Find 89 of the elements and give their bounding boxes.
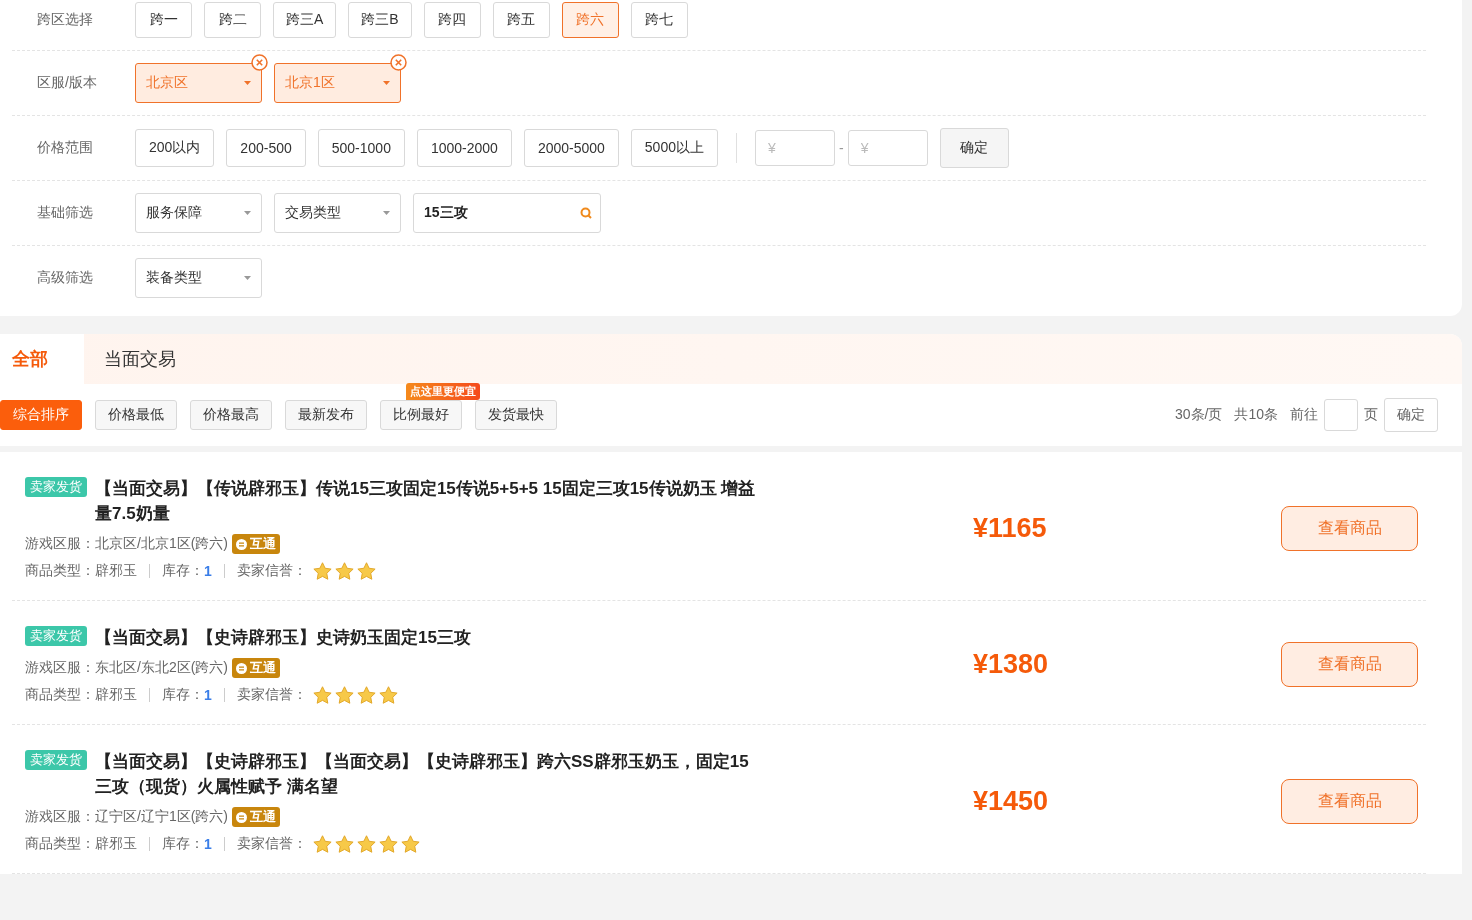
goto-label: 前往: [1290, 406, 1318, 424]
region-option[interactable]: 跨三A: [273, 2, 337, 38]
clear-icon[interactable]: [251, 54, 268, 71]
sort-button[interactable]: 发货最快: [475, 400, 557, 430]
region-option[interactable]: 跨三B: [348, 2, 412, 38]
stock-label: 库存：: [162, 562, 204, 580]
exchange-icon: [236, 538, 247, 550]
star-icon: [378, 835, 398, 853]
interop-badge: 互通: [232, 658, 280, 678]
price-option[interactable]: 200以内: [135, 129, 215, 167]
sort-button[interactable]: 比例最好: [380, 400, 462, 430]
page-unit-label: 页: [1364, 406, 1378, 424]
page-number-field[interactable]: [1324, 399, 1358, 431]
price-option[interactable]: 1000-2000: [416, 129, 512, 167]
seller-credit-label: 卖家信誉：: [236, 686, 307, 704]
stock-count: 1: [204, 687, 212, 703]
server-text: 游戏区服：北京区/北京1区(跨六): [25, 535, 228, 553]
range-separator: -: [839, 140, 844, 156]
region-option[interactable]: 跨二: [204, 2, 261, 38]
min-price-field[interactable]: ¥: [755, 130, 835, 166]
go-button[interactable]: 确定: [1384, 398, 1438, 432]
star-icon: [334, 686, 354, 704]
exchange-icon: [236, 811, 247, 823]
interop-badge: 互通: [232, 807, 280, 827]
caret-icon: [244, 211, 251, 215]
seller-credit-label: 卖家信誉：: [236, 562, 307, 580]
stock-label: 库存：: [162, 686, 204, 704]
category-tab[interactable]: 当面交易: [84, 334, 196, 384]
max-price-field[interactable]: ¥: [847, 130, 928, 166]
star-icon: [356, 686, 376, 704]
filter-label: 区服/版本: [36, 74, 98, 92]
price-option[interactable]: 500-1000: [317, 129, 405, 167]
listing-title[interactable]: 【当面交易】【史诗辟邪玉】史诗奶玉固定15三攻: [95, 625, 471, 650]
caret-icon: [383, 211, 390, 215]
interop-badge: 互通: [232, 534, 280, 554]
star-icon: [312, 835, 332, 853]
star-icon: [356, 835, 376, 853]
stock-count: 1: [204, 836, 212, 852]
server-text: 游戏区服：东北区/东北2区(跨六): [25, 659, 228, 677]
filter-label: 基础筛选: [36, 204, 94, 222]
region-option[interactable]: 跨四: [423, 2, 481, 38]
seller-ships-tag: 卖家发货: [25, 477, 87, 497]
item-type-text: 商品类型：辟邪玉: [25, 562, 137, 580]
region-option[interactable]: 跨一: [135, 2, 192, 38]
star-icon: [400, 835, 420, 853]
region-option[interactable]: 跨五: [492, 2, 550, 38]
item-type-text: 商品类型：辟邪玉: [25, 686, 137, 704]
dropdown[interactable]: 服务保障: [135, 193, 262, 233]
region-option[interactable]: 跨七: [630, 2, 688, 38]
clear-icon[interactable]: [390, 54, 407, 71]
total-count-text: 共10条: [1234, 406, 1278, 424]
star-icon: [334, 835, 354, 853]
sort-button[interactable]: 价格最低: [95, 400, 177, 430]
filter-label: 价格范围: [36, 139, 94, 157]
filter-label: 高级筛选: [36, 269, 94, 287]
stock-label: 库存：: [162, 835, 204, 853]
item-type-text: 商品类型：辟邪玉: [25, 835, 137, 853]
price-option[interactable]: 200-500: [226, 129, 306, 167]
star-icon: [334, 562, 354, 580]
price-text: ¥1165: [972, 512, 1048, 544]
caret-icon: [244, 276, 251, 280]
search-icon[interactable]: [580, 207, 592, 219]
star-icon: [356, 562, 376, 580]
promo-badge: 点这里更便宜: [406, 383, 480, 400]
caret-icon: [244, 81, 251, 85]
price-option[interactable]: 5000以上: [630, 129, 718, 167]
star-icon: [312, 562, 332, 580]
sort-button[interactable]: 价格最高: [190, 400, 272, 430]
price-text: ¥1450: [972, 785, 1050, 817]
caret-icon: [383, 81, 390, 85]
dropdown[interactable]: 装备类型: [135, 258, 262, 298]
listing-title[interactable]: 【当面交易】【史诗辟邪玉】【当面交易】【史诗辟邪玉】跨六SS辟邪玉奶玉，固定15三攻（现货）火属性赋予 满名望: [95, 749, 765, 799]
price-text: ¥1380: [972, 649, 1050, 680]
page-size-text: 30条/页: [1174, 406, 1223, 424]
dropdown[interactable]: 交易类型: [274, 193, 401, 233]
exchange-icon: [236, 662, 247, 674]
star-icon: [312, 686, 332, 704]
filter-label: 跨区选择: [36, 11, 94, 29]
seller-credit-label: 卖家信誉：: [236, 835, 307, 853]
price-option[interactable]: 2000-5000: [523, 129, 619, 167]
search-field[interactable]: 15三攻: [413, 193, 601, 233]
seller-ships-tag: 卖家发货: [25, 750, 87, 770]
seller-ships-tag: 卖家发货: [25, 626, 87, 646]
confirm-button[interactable]: 确定: [939, 128, 1009, 168]
server-text: 游戏区服：辽宁区/辽宁1区(跨六): [25, 808, 228, 826]
stock-count: 1: [204, 563, 212, 579]
star-icon: [378, 686, 398, 704]
listing-title[interactable]: 【当面交易】【传说辟邪玉】传说15三攻固定15传说5+5+5 15固定三攻15传说奶玉 增益量7.5奶量: [95, 476, 765, 526]
sort-button[interactable]: 最新发布: [285, 400, 367, 430]
